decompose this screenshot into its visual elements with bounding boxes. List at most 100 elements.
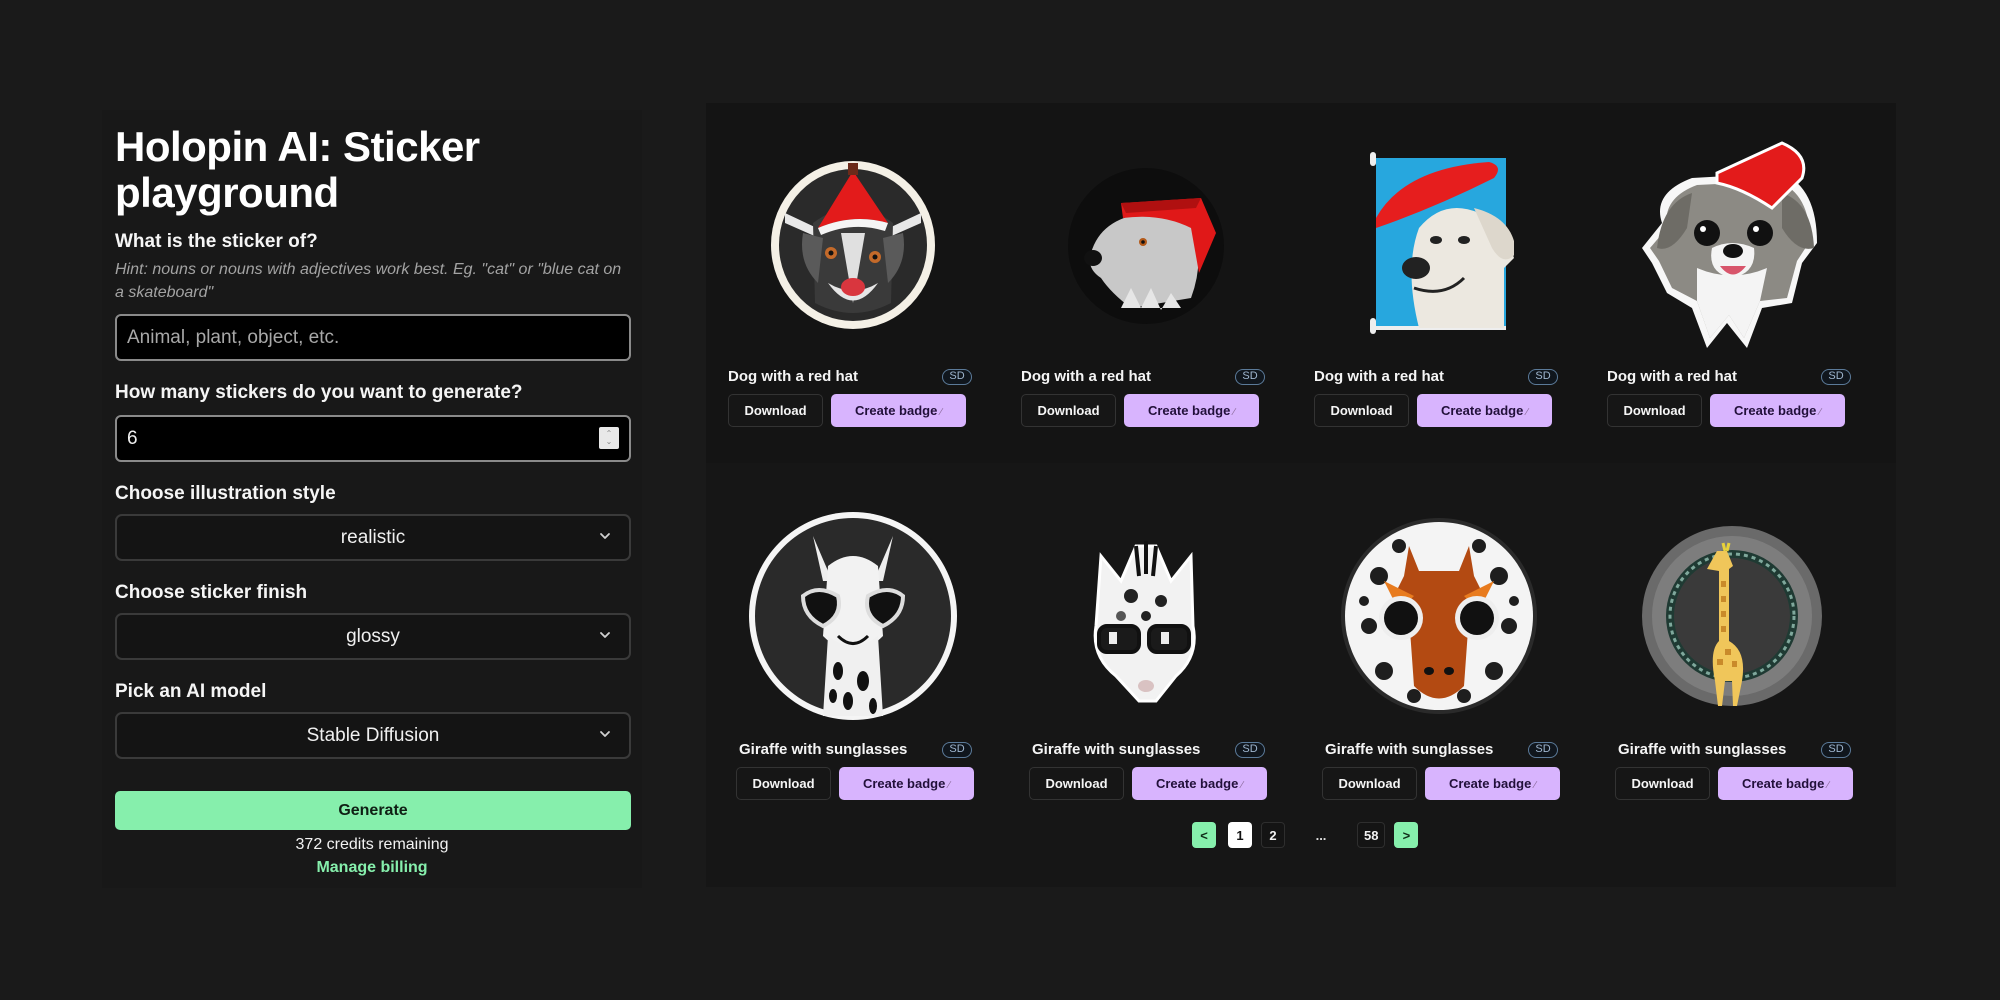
create-badge-label: Create badge — [1733, 403, 1817, 418]
create-badge-label: Create badge — [1147, 403, 1231, 418]
stepper-down-icon[interactable]: ⌄ — [606, 438, 613, 446]
count-label: How many stickers do you want to generat… — [115, 382, 523, 403]
sticker-illustration — [1093, 541, 1196, 703]
page-button-2[interactable]: 2 — [1261, 822, 1285, 848]
sticker-title: Giraffe with sunglasses — [1032, 741, 1201, 758]
magic-wand-icon: ∕ — [1827, 780, 1830, 791]
sticker-title: Giraffe with sunglasses — [1618, 741, 1787, 758]
pagination: < 1 2 ... 58 > — [1192, 822, 1419, 848]
count-field-group: How many stickers do you want to generat… — [115, 381, 631, 462]
finish-select[interactable]: glossy — [115, 613, 631, 660]
page-title: Holopin AI: Sticker playground — [115, 123, 480, 216]
magic-wand-icon: ∕ — [940, 407, 943, 418]
style-label: Choose illustration style — [115, 483, 336, 504]
magic-wand-icon: ∕ — [1241, 780, 1244, 791]
download-button[interactable]: Download — [1322, 767, 1417, 800]
sticker-title: Dog with a red hat — [1607, 368, 1738, 385]
magic-wand-icon: ∕ — [1819, 407, 1822, 418]
create-badge-label: Create badge — [854, 403, 938, 418]
finish-field-group: Choose sticker finish glossy — [115, 581, 631, 660]
chevron-down-icon — [600, 731, 610, 737]
download-button[interactable]: Download — [1607, 394, 1702, 427]
subject-label: What is the sticker of? — [115, 231, 318, 252]
sticker-image[interactable] — [999, 123, 1292, 363]
model-label: Pick an AI model — [115, 681, 267, 702]
create-badge-label: Create badge — [862, 776, 946, 791]
finish-label: Choose sticker finish — [115, 582, 308, 603]
credits-remaining: 372 credits remaining — [295, 836, 449, 853]
download-button[interactable]: Download — [1029, 767, 1124, 800]
create-badge-label: Create badge — [1440, 403, 1524, 418]
subject-hint: Hint: nouns or nouns with adjectives wor… — [115, 261, 622, 301]
create-badge-label: Create badge — [1155, 776, 1239, 791]
sticker-gallery: Dog with a red hat SD Download Create ba… — [706, 103, 1896, 887]
create-badge-button[interactable]: Create badge ∕ — [831, 394, 966, 427]
download-button[interactable]: Download — [736, 767, 831, 800]
create-badge-button[interactable]: Create badge ∕ — [1417, 394, 1552, 427]
sticker-image[interactable] — [1585, 123, 1878, 363]
sticker-illustration — [748, 512, 957, 720]
sticker-image[interactable] — [706, 496, 999, 736]
sticker-image[interactable] — [1292, 123, 1585, 363]
sticker-illustration — [770, 161, 935, 329]
download-button[interactable]: Download — [728, 394, 823, 427]
sticker-image[interactable] — [999, 496, 1292, 736]
model-field-group: Pick an AI model Stable Diffusion — [115, 680, 631, 759]
sticker-illustration — [1369, 152, 1514, 334]
sticker-title: Dog with a red hat — [1314, 368, 1445, 385]
download-button[interactable]: Download — [1021, 394, 1116, 427]
sticker-title: Dog with a red hat — [728, 368, 859, 385]
create-badge-label: Create badge — [1741, 776, 1825, 791]
download-button[interactable]: Download — [1314, 394, 1409, 427]
model-badge: SD — [1821, 742, 1851, 758]
sticker-image[interactable] — [706, 123, 999, 363]
style-select[interactable]: realistic — [115, 514, 631, 561]
manage-billing-link[interactable]: Manage billing — [115, 856, 629, 880]
subject-field-group: What is the sticker of? Hint: nouns or n… — [115, 230, 631, 361]
page-button-last[interactable]: 58 — [1357, 822, 1386, 848]
sticker-illustration — [1641, 141, 1817, 348]
next-page-button[interactable]: > — [1394, 822, 1419, 848]
download-button[interactable]: Download — [1615, 767, 1710, 800]
sticker-illustration — [1340, 518, 1537, 714]
model-badge: SD — [1528, 369, 1558, 385]
model-selected-value: Stable Diffusion — [306, 724, 440, 746]
model-badge: SD — [1528, 742, 1558, 758]
chevron-down-icon — [600, 533, 610, 539]
sticker-illustration — [1067, 168, 1224, 324]
sticker-form-panel: Holopin AI: Sticker playground What is t… — [102, 110, 642, 888]
style-selected-value: realistic — [340, 526, 406, 548]
subject-input[interactable] — [115, 314, 631, 361]
finish-selected-value: glossy — [346, 625, 400, 647]
magic-wand-icon: ∕ — [1526, 407, 1529, 418]
create-badge-label: Create badge — [1448, 776, 1532, 791]
model-badge: SD — [942, 742, 972, 758]
chevron-down-icon — [600, 632, 610, 638]
create-badge-button[interactable]: Create badge ∕ — [1710, 394, 1845, 427]
model-badge: SD — [1821, 369, 1851, 385]
pagination-ellipsis: ... — [1315, 827, 1327, 843]
create-badge-button[interactable]: Create badge ∕ — [839, 767, 974, 800]
count-stepper[interactable]: ⌃ ⌄ — [599, 427, 619, 449]
model-badge: SD — [942, 369, 972, 385]
magic-wand-icon: ∕ — [948, 780, 951, 791]
sticker-image[interactable] — [1292, 496, 1585, 736]
model-badge: SD — [1235, 742, 1265, 758]
prev-page-button[interactable]: < — [1192, 822, 1216, 848]
sticker-image[interactable] — [1585, 496, 1878, 736]
model-badge: SD — [1235, 369, 1265, 385]
create-badge-button[interactable]: Create badge ∕ — [1124, 394, 1259, 427]
model-select[interactable]: Stable Diffusion — [115, 712, 631, 759]
style-field-group: Choose illustration style realistic — [115, 482, 631, 561]
sticker-title: Giraffe with sunglasses — [739, 741, 908, 758]
count-input[interactable] — [115, 415, 631, 462]
sticker-illustration — [1641, 526, 1822, 706]
magic-wand-icon: ∕ — [1534, 780, 1537, 791]
page-button-1[interactable]: 1 — [1228, 822, 1252, 848]
generate-button[interactable]: Generate — [115, 791, 631, 830]
create-badge-button[interactable]: Create badge ∕ — [1425, 767, 1560, 800]
sticker-title: Dog with a red hat — [1021, 368, 1152, 385]
sticker-title: Giraffe with sunglasses — [1325, 741, 1494, 758]
create-badge-button[interactable]: Create badge ∕ — [1718, 767, 1853, 800]
create-badge-button[interactable]: Create badge ∕ — [1132, 767, 1267, 800]
